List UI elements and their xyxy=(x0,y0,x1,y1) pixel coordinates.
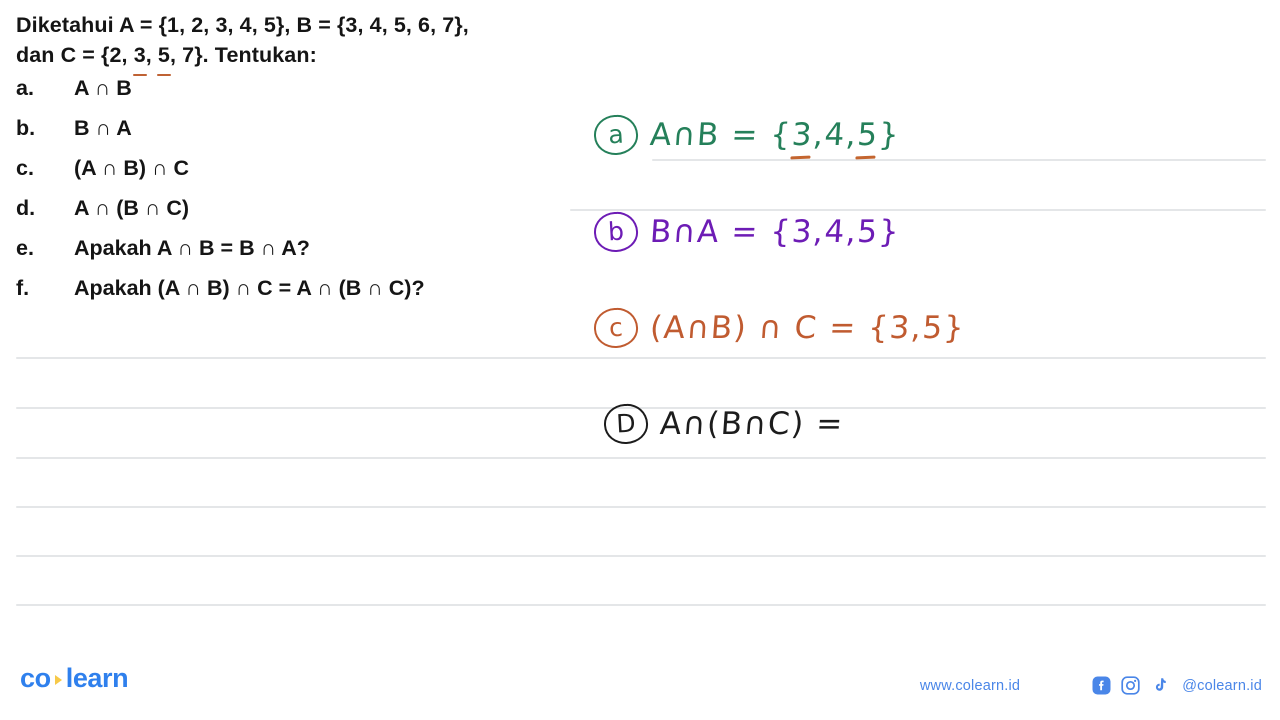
item-text: Apakah A ∩ B = B ∩ A? xyxy=(74,236,310,260)
item-key: a. xyxy=(16,76,34,100)
answer-a-expr: A∩B = { xyxy=(648,116,794,153)
item-text: A ∩ (B ∩ C) xyxy=(74,196,190,220)
answer-expression-d: A∩(B∩C) = xyxy=(658,405,846,442)
item-key: f. xyxy=(16,276,30,300)
rule-line xyxy=(16,357,1266,359)
underlined-element-5: 5 xyxy=(156,40,172,76)
handwritten-answer-a: a A∩B = {3,4,5} xyxy=(592,113,902,157)
colearn-logo: co learn xyxy=(20,663,129,694)
rule-line xyxy=(570,209,1266,211)
rule-line xyxy=(16,604,1266,606)
footer-links: www.colearn.id @colearn.id xyxy=(920,676,1262,695)
problem-item-d: d. A ∩ (B ∩ C) xyxy=(16,196,616,236)
rule-line xyxy=(16,555,1266,557)
instagram-icon[interactable] xyxy=(1121,676,1140,695)
problem-line-1: Diketahui A = {1, 2, 3, 4, 5}, B = {3, 4… xyxy=(16,10,616,40)
problem-item-c: c. (A ∩ B) ∩ C xyxy=(16,156,616,196)
problem-item-b: b. B ∩ A xyxy=(16,116,616,156)
answer-label-circle-c: c xyxy=(592,306,640,350)
answer-label-circle-a: a xyxy=(592,113,640,157)
item-text: Apakah (A ∩ B) ∩ C = A ∩ (B ∩ C)? xyxy=(74,276,425,300)
social-handle[interactable]: @colearn.id xyxy=(1182,678,1262,694)
tiktok-icon[interactable] xyxy=(1150,676,1169,695)
problem-item-list: a. A ∩ B b. B ∩ A c. (A ∩ B) ∩ C d. A ∩ … xyxy=(16,76,616,316)
problem-item-f: f. Apakah (A ∩ B) ∩ C = A ∩ (B ∩ C)? xyxy=(16,276,616,316)
rule-line xyxy=(652,159,1266,161)
answer-label-circle-d: D xyxy=(602,402,650,446)
handwritten-answer-d: D A∩(B∩C) = xyxy=(602,402,846,446)
item-key: e. xyxy=(16,236,34,260)
problem-line-2-mid: , xyxy=(145,43,158,67)
answer-a-mid: ,4, xyxy=(811,116,859,153)
problem-item-a: a. A ∩ B xyxy=(16,76,616,116)
problem-line-2-suffix: , 7}. Tentukan: xyxy=(169,43,317,67)
problem-line-1-text: Diketahui A = {1, 2, 3, 4, 5}, B = {3, 4… xyxy=(16,13,469,37)
logo-text-co: co xyxy=(20,663,51,693)
handwritten-answer-b: b B∩A = {3,4,5} xyxy=(592,210,902,254)
item-key: d. xyxy=(16,196,36,220)
underlined-element-3: 3 xyxy=(132,40,147,76)
answer-a-end: } xyxy=(877,116,902,153)
item-key: c. xyxy=(16,156,34,180)
logo-text-learn: learn xyxy=(65,663,129,693)
problem-item-e: e. Apakah A ∩ B = B ∩ A? xyxy=(16,236,616,276)
item-text: B ∩ A xyxy=(74,116,132,140)
problem-line-2-prefix: dan C = {2, xyxy=(16,43,134,67)
rule-line xyxy=(16,506,1266,508)
answer-label-circle-b: b xyxy=(592,210,640,254)
answer-expression-c: (A∩B) ∩ C = {3,5} xyxy=(648,309,967,346)
facebook-icon[interactable] xyxy=(1092,676,1111,695)
website-url[interactable]: www.colearn.id xyxy=(920,678,1020,694)
item-key: b. xyxy=(16,116,36,140)
logo-triangle-icon xyxy=(54,675,62,685)
answer-expression-b: B∩A = {3,4,5} xyxy=(648,213,902,250)
item-text: (A ∩ B) ∩ C xyxy=(74,156,190,180)
problem-line-2: dan C = {2, 3, 5, 7}. Tentukan: xyxy=(16,40,616,76)
handwritten-answer-c: c (A∩B) ∩ C = {3,5} xyxy=(592,306,967,350)
answer-a-underlined-5: 5 xyxy=(856,116,880,153)
problem-statement: Diketahui A = {1, 2, 3, 4, 5}, B = {3, 4… xyxy=(16,10,616,316)
answer-a-underlined-3: 3 xyxy=(790,116,815,153)
answer-expression-a: A∩B = {3,4,5} xyxy=(648,116,902,153)
rule-line xyxy=(16,457,1266,459)
item-text: A ∩ B xyxy=(74,76,132,100)
